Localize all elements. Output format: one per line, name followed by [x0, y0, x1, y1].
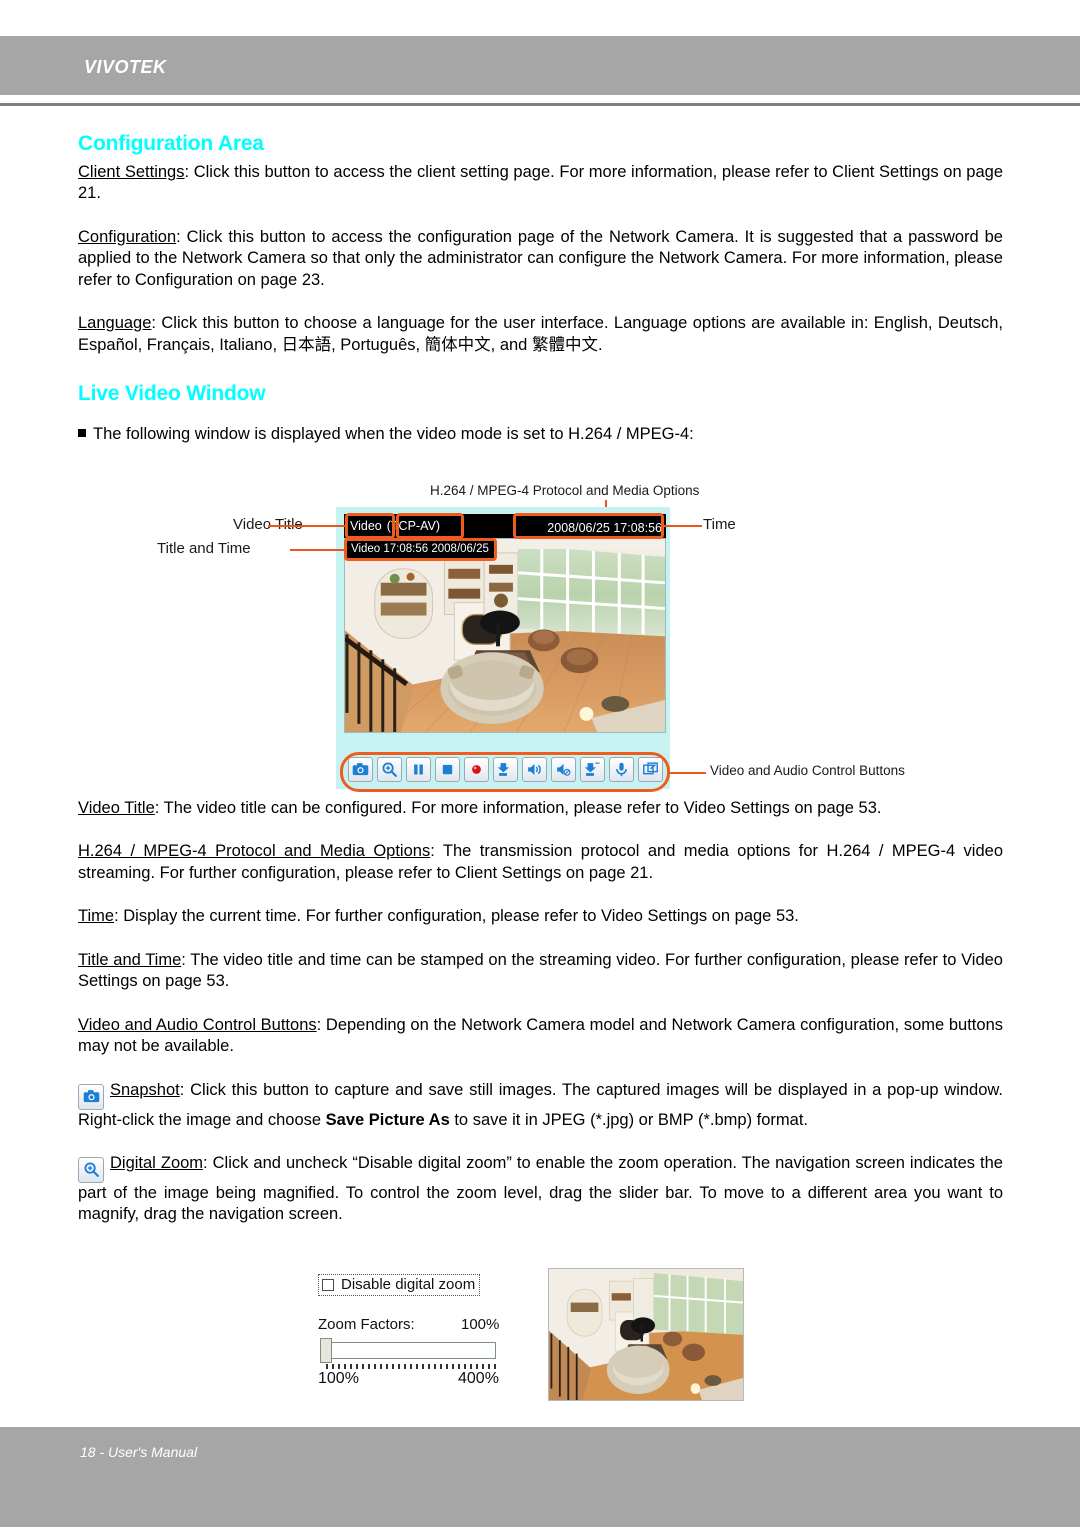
- paragraph-title-and-time: Title and Time: The video title and time…: [78, 950, 1003, 993]
- record-icon: [472, 765, 481, 774]
- disable-digital-zoom-checkbox[interactable]: [322, 1278, 334, 1291]
- paragraph-time: Time: Display the current time. For furt…: [78, 906, 1003, 927]
- term-client-settings: Client Settings: [78, 163, 185, 181]
- term-title-and-time: Title and Time: [78, 950, 182, 969]
- video-time-wrap: 2008/06/25 17:08:56: [516, 519, 662, 537]
- text-language: : Click this button to choose a language…: [78, 314, 1003, 354]
- magnifier-plus-icon: [382, 762, 397, 777]
- text-digital-zoom: : Click and uncheck “Disable digital zoo…: [78, 1153, 1003, 1224]
- microphone-icon: [616, 762, 627, 777]
- pause-icon: [414, 764, 423, 775]
- camera-icon: [352, 763, 369, 776]
- navigation-screen-thumbnail[interactable]: [548, 1268, 744, 1401]
- text-snapshot-part2: to save it in JPEG (*.jpg) or BMP (*.bmp…: [449, 1110, 808, 1129]
- term-configuration: Configuration: [78, 227, 177, 246]
- save-video-button[interactable]: [493, 757, 518, 782]
- term-protocol-media-options: H.264 / MPEG-4 Protocol and Media Option…: [78, 842, 431, 861]
- paragraph-language: Language: Click this button to choose a …: [78, 313, 1003, 356]
- paragraph-control-buttons: Video and Audio Control Buttons: Dependi…: [78, 1015, 1003, 1058]
- page-footer-band: [0, 1427, 1080, 1527]
- page-content: Configuration Area Client Settings: Clic…: [78, 132, 1003, 450]
- digital-zoom-inline-icon: [78, 1156, 104, 1183]
- snapshot-button[interactable]: [348, 757, 373, 782]
- magnifier-plus-icon: [83, 1162, 99, 1177]
- term-time: Time: [78, 907, 115, 926]
- video-save-icon: [497, 763, 510, 776]
- volume-button[interactable]: [522, 757, 547, 782]
- bullet-square-icon: [78, 429, 86, 438]
- stop-icon: [442, 764, 453, 775]
- video-title-label: Video: [350, 519, 382, 533]
- leader-video-title: [268, 525, 346, 527]
- text-configuration: : Click this button to access the config…: [78, 227, 1003, 289]
- text-client-settings: : Click this button to access the client…: [78, 163, 1003, 203]
- figure-digital-zoom-panel: Disable digital zoom Zoom Factors: 100% …: [318, 1268, 748, 1408]
- zoom-slider-ticks: [326, 1364, 496, 1369]
- live-video-image: [344, 538, 666, 733]
- video-audio-control-buttons[interactable]: [348, 757, 663, 782]
- paragraph-protocol-media-options: H.264 / MPEG-4 Protocol and Media Option…: [78, 841, 1003, 884]
- paragraph-digital-zoom: Digital Zoom: Click and uncheck “Disable…: [78, 1153, 1003, 1226]
- bullet-live-video: The following window is displayed when t…: [78, 424, 1003, 445]
- page-content-lower: Video Title: The video title can be conf…: [78, 798, 1003, 1248]
- talk-button[interactable]: [609, 757, 634, 782]
- video-title-bar-text: Video (TCP-AV): [350, 519, 440, 533]
- video-protocol-label: (TCP-AV): [386, 519, 440, 533]
- term-video-title: Video Title: [78, 799, 155, 817]
- stop-button[interactable]: [435, 757, 460, 782]
- fullscreen-icon: [643, 762, 658, 775]
- speaker-mute-icon: [557, 763, 571, 776]
- callout-label-time: Time: [703, 516, 736, 533]
- video-time-label: 2008/06/25 17:08:56: [547, 521, 662, 535]
- callout-label-title-and-time: Title and Time: [157, 540, 251, 557]
- disable-digital-zoom-row[interactable]: Disable digital zoom: [318, 1274, 481, 1296]
- disable-digital-zoom-label: Disable digital zoom: [341, 1276, 476, 1293]
- save-audio-button[interactable]: [580, 757, 605, 782]
- text-title-and-time: : The video title and time can be stampe…: [78, 950, 1003, 991]
- leader-control-buttons: [670, 772, 706, 774]
- term-language: Language: [78, 314, 152, 333]
- fullscreen-button[interactable]: [638, 757, 663, 782]
- mute-button[interactable]: [551, 757, 576, 782]
- paragraph-client-settings: Client Settings: Click this button to ac…: [78, 162, 1003, 205]
- text-time: : Display the current time. For further …: [114, 907, 799, 926]
- heading-live-video-window: Live Video Window: [78, 382, 266, 406]
- paragraph-video-title: Video Title: The video title can be conf…: [78, 798, 1003, 819]
- vivotek-logo: VIVOTEK: [84, 57, 167, 77]
- zoom-slider-track[interactable]: [326, 1342, 496, 1359]
- navigation-screen-image: [549, 1269, 743, 1400]
- speaker-icon: [528, 763, 541, 776]
- video-title-time-stamp: Video 17:08:56 2008/06/25: [346, 540, 494, 559]
- text-video-title: : The video title can be configured. For…: [154, 799, 882, 817]
- zoom-scale-max-label: 400%: [458, 1370, 499, 1387]
- heading-configuration-area: Configuration Area: [78, 132, 264, 155]
- callout-protocol-media-options: H.264 / MPEG-4 Protocol and Media Option…: [430, 483, 700, 498]
- paragraph-snapshot: Snapshot: Click this button to capture a…: [78, 1080, 1003, 1131]
- digital-zoom-button[interactable]: [377, 757, 402, 782]
- paragraph-configuration: Configuration: Click this button to acce…: [78, 227, 1003, 291]
- term-control-buttons: Video and Audio Control Buttons: [78, 1015, 317, 1034]
- zoom-scale-min-label: 100%: [318, 1370, 359, 1387]
- record-button[interactable]: [464, 757, 489, 782]
- zoom-factors-value: 100%: [461, 1316, 500, 1333]
- term-digital-zoom: Digital Zoom: [110, 1153, 204, 1172]
- leader-title-and-time: [290, 549, 346, 551]
- zoom-factors-label: Zoom Factors:: [318, 1316, 415, 1333]
- text-snapshot-bold: Save Picture As: [325, 1110, 450, 1129]
- figure-live-video-window: H.264 / MPEG-4 Protocol and Media Option…: [0, 478, 1080, 798]
- snapshot-inline-icon: [78, 1083, 104, 1110]
- term-snapshot: Snapshot: [110, 1080, 180, 1099]
- footer-page-label: 18 - User's Manual: [80, 1444, 198, 1460]
- callout-label-control-buttons: Video and Audio Control Buttons: [710, 763, 905, 778]
- pause-button[interactable]: [406, 757, 431, 782]
- zoom-slider-thumb[interactable]: [320, 1338, 332, 1363]
- leader-time: [664, 525, 702, 527]
- living-room-photo: [345, 539, 665, 732]
- audio-save-icon: [584, 762, 600, 776]
- bullet-live-video-text: The following window is displayed when t…: [93, 425, 694, 444]
- header-divider-rule: [0, 103, 1080, 106]
- camera-icon: [83, 1089, 99, 1102]
